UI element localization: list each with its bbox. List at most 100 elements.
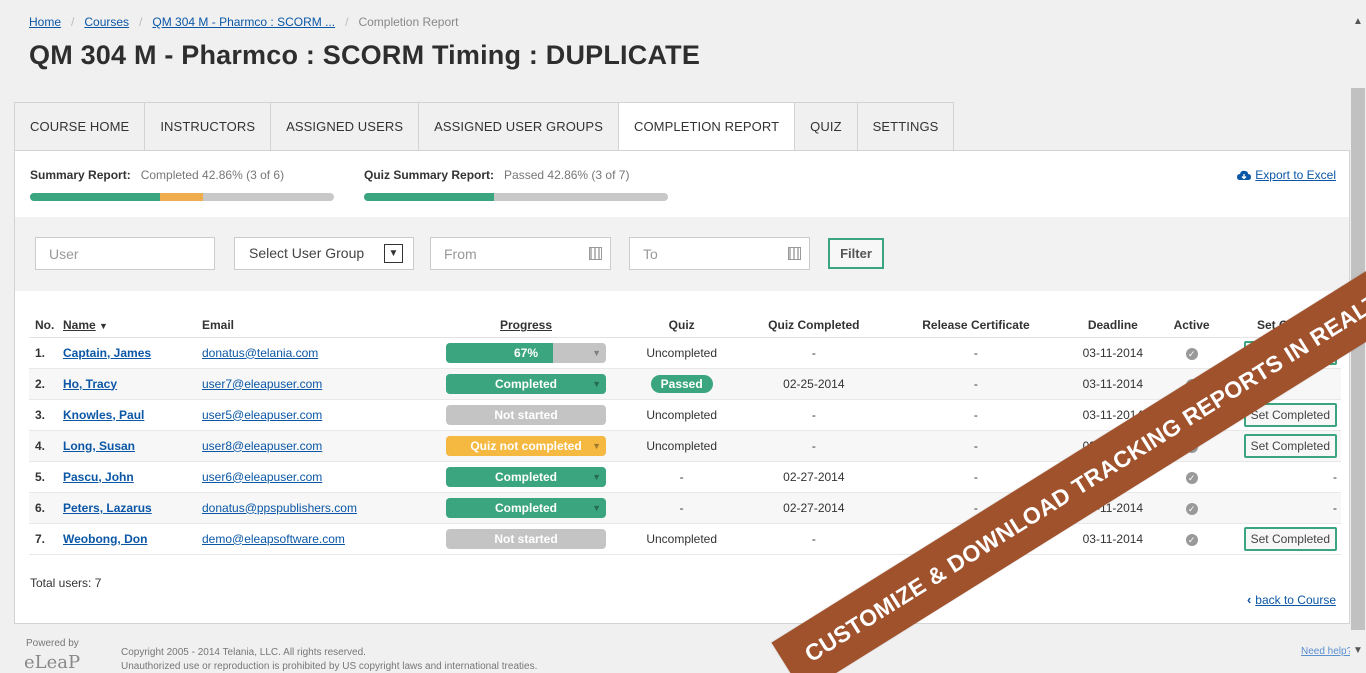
breadcrumb-separator: /: [71, 15, 75, 29]
active-check-icon[interactable]: ✓: [1185, 347, 1198, 360]
scroll-up-icon[interactable]: ▲: [1350, 16, 1366, 27]
active-check-icon[interactable]: ✓: [1185, 471, 1198, 484]
filter-button[interactable]: Filter: [828, 238, 884, 269]
quiz-status: -: [679, 500, 684, 515]
user-name-link[interactable]: Weobong, Don: [63, 532, 147, 546]
progress-bar[interactable]: Quiz not completed ▼: [446, 435, 606, 456]
breadcrumb-separator: /: [345, 15, 349, 29]
col-active: Active: [1162, 314, 1221, 338]
tab-completion-report[interactable]: COMPLETION REPORT: [617, 102, 795, 151]
user-name-link[interactable]: Knowles, Paul: [63, 408, 144, 422]
quiz-cell: -: [624, 492, 740, 524]
table-row: 1. Captain, James donatus@telania.com 67% ▼ U…: [29, 337, 1341, 369]
quiz-completed-date: -: [739, 337, 889, 369]
user-filter-input[interactable]: User: [35, 237, 215, 270]
chevron-down-icon[interactable]: ▼: [592, 374, 601, 394]
to-date-input[interactable]: To: [629, 237, 810, 270]
col-deadline: Deadline: [1063, 314, 1163, 338]
breadcrumb-home[interactable]: Home: [29, 15, 61, 29]
row-number: 3.: [29, 399, 63, 431]
progress-bar[interactable]: Completed ▼: [446, 466, 606, 487]
tab-quiz[interactable]: QUIZ: [794, 102, 857, 151]
user-email-link[interactable]: demo@eleapsoftware.com: [202, 532, 345, 546]
user-email-link[interactable]: donatus@telania.com: [202, 346, 318, 360]
table-row: 2. Ho, Tracy user7@eleapuser.com Completed ▼…: [29, 368, 1341, 400]
tab-assigned-users[interactable]: ASSIGNED USERS: [270, 102, 419, 151]
user-group-select[interactable]: Select User Group ▼: [234, 237, 414, 270]
quiz-passed-badge: Passed: [650, 374, 713, 393]
chevron-down-icon[interactable]: ▼: [592, 343, 601, 363]
set-completed-button[interactable]: Set Completed: [1243, 433, 1337, 458]
deadline-date: 03-11-2014: [1063, 368, 1163, 400]
active-check-icon[interactable]: ✓: [1185, 533, 1198, 546]
release-certificate-value: -: [888, 430, 1064, 462]
from-date-placeholder: From: [444, 246, 477, 262]
total-users: Total users: 7: [30, 576, 102, 590]
tab-instructors[interactable]: INSTRUCTORS: [144, 102, 271, 151]
to-date-placeholder: To: [643, 246, 658, 262]
user-email-link[interactable]: donatus@ppspublishers.com: [202, 501, 357, 515]
progress-bar[interactable]: 67% ▼: [446, 342, 606, 363]
col-no: No.: [29, 314, 63, 338]
set-completed-button[interactable]: Set Completed: [1243, 526, 1337, 551]
user-name-link[interactable]: Captain, James: [63, 346, 151, 360]
col-progress[interactable]: Progress: [428, 314, 624, 338]
quiz-cell: Uncompleted: [624, 523, 740, 555]
sort-desc-icon[interactable]: ▼: [99, 321, 108, 331]
tab-assigned-user-groups[interactable]: ASSIGNED USER GROUPS: [418, 102, 618, 151]
user-name-link[interactable]: Pascu, John: [63, 470, 134, 484]
back-to-course[interactable]: ‹ back to Course: [1247, 592, 1336, 607]
progress-label: Not started: [494, 407, 558, 422]
calendar-icon[interactable]: [788, 247, 801, 260]
user-email-link[interactable]: user6@eleapuser.com: [202, 470, 322, 484]
breadcrumb-course[interactable]: QM 304 M - Pharmco : SCORM ...: [152, 15, 335, 29]
copyright: Copyright 2005 - 2014 Telania, LLC. All …: [121, 646, 537, 673]
scrollbar-thumb[interactable]: [1351, 88, 1365, 630]
quiz-summary-progress-bar: [364, 193, 668, 201]
quiz-status: -: [679, 469, 684, 484]
copyright-notice: Unauthorized use or reproduction is proh…: [121, 661, 538, 672]
row-number: 5.: [29, 461, 63, 493]
tab-course-home[interactable]: COURSE HOME: [14, 102, 145, 151]
progress-bar[interactable]: Not started: [446, 528, 606, 549]
user-name-link[interactable]: Peters, Lazarus: [63, 501, 152, 515]
export-link[interactable]: Export to Excel: [1255, 168, 1336, 182]
quiz-cell: Uncompleted: [624, 399, 740, 431]
user-name-link[interactable]: Ho, Tracy: [63, 377, 117, 391]
user-email-link[interactable]: user8@eleapuser.com: [202, 439, 322, 453]
progress-label: Completed: [494, 376, 557, 391]
need-help-link[interactable]: Need help?: [1301, 646, 1352, 657]
chevron-down-icon[interactable]: ▼: [592, 467, 601, 487]
progress-bar[interactable]: Not started: [446, 404, 606, 425]
chevron-down-icon[interactable]: ▼: [592, 436, 601, 456]
calendar-icon[interactable]: [589, 247, 602, 260]
from-date-input[interactable]: From: [430, 237, 611, 270]
progress-bar[interactable]: Completed ▼: [446, 497, 606, 518]
user-email-link[interactable]: user7@eleapuser.com: [202, 377, 322, 391]
user-name-link[interactable]: Long, Susan: [63, 439, 135, 453]
cloud-download-icon: [1237, 170, 1252, 180]
export-to-excel[interactable]: Export to Excel: [1237, 168, 1336, 182]
quiz-summary-value: Passed 42.86% (3 of 7): [504, 168, 630, 182]
row-number: 2.: [29, 368, 63, 400]
quiz-status: Uncompleted: [646, 407, 718, 422]
breadcrumb-current: Completion Report: [358, 15, 459, 29]
scroll-down-icon[interactable]: ▼: [1350, 645, 1366, 656]
back-to-course-link[interactable]: back to Course: [1255, 593, 1336, 607]
chevron-down-icon[interactable]: ▼: [592, 498, 601, 518]
set-completed-value: -: [1333, 500, 1337, 515]
progress-bar[interactable]: Completed ▼: [446, 373, 606, 394]
summary-partial-segment: [160, 193, 203, 201]
breadcrumb-courses[interactable]: Courses: [84, 15, 129, 29]
set-completed-cell: -: [1221, 492, 1341, 524]
user-email-link[interactable]: user5@eleapuser.com: [202, 408, 322, 422]
chevron-down-icon[interactable]: ▼: [384, 244, 403, 263]
active-check-icon[interactable]: ✓: [1185, 502, 1198, 515]
col-name-label[interactable]: Name: [63, 318, 96, 332]
row-number: 6.: [29, 492, 63, 524]
col-quiz: Quiz: [624, 314, 740, 338]
tab-settings[interactable]: SETTINGS: [856, 102, 955, 151]
summary-completed-segment: [30, 193, 161, 201]
col-name[interactable]: Name ▼: [63, 314, 202, 338]
quiz-cell: -: [624, 461, 740, 493]
